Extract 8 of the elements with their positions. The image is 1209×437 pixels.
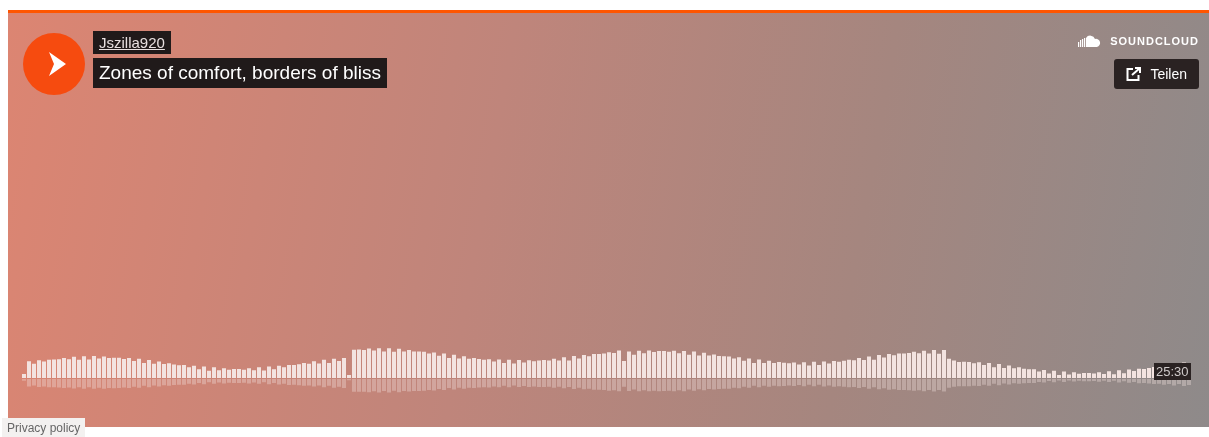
share-icon — [1126, 67, 1143, 81]
artist-link[interactable]: Jszilla920 — [93, 31, 171, 54]
brand-name: SOUNDCLOUD — [1110, 35, 1199, 47]
play-icon — [47, 51, 67, 77]
privacy-link[interactable]: Privacy policy — [2, 418, 86, 437]
share-button[interactable]: Teilen — [1114, 59, 1199, 89]
duration-label: 25:30 — [1154, 363, 1191, 380]
track-title: Zones of comfort, borders of bliss — [93, 58, 387, 88]
